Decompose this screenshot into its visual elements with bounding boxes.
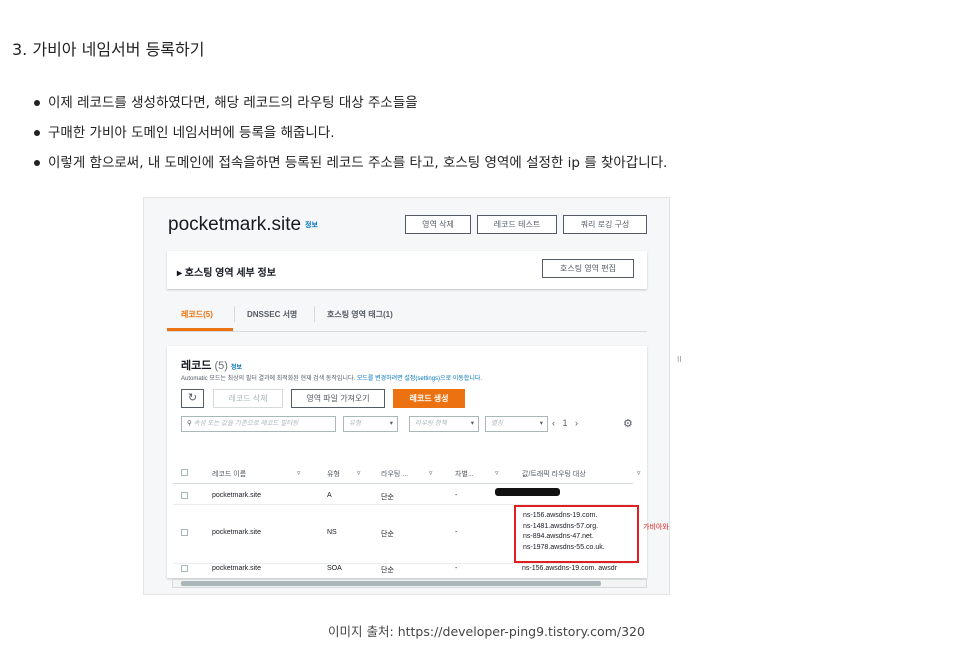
record-type: SOA [327,565,342,572]
zone-details-panel: ▸ 호스팅 영역 세부 정보 호스팅 영역 편집 [167,251,647,289]
edit-zone-button[interactable]: 호스팅 영역 편집 [542,259,634,278]
prev-page-icon[interactable]: ‹ [552,418,555,428]
delete-zone-button[interactable]: 영역 삭제 [405,215,471,234]
col-differentiator[interactable]: 차별... [455,469,474,479]
ns-value: ns-894.awsdns-47.net. [523,533,594,540]
type-filter-label: 유형 [349,420,361,427]
tab-dnssec[interactable]: DNSSEC 서명 [247,309,297,320]
record-name[interactable]: pocketmark.site [212,565,261,572]
info-link[interactable]: 정보 [231,365,242,371]
col-routing[interactable]: 라우팅 ... [381,469,408,479]
chevron-down-icon: ▾ [539,420,543,427]
tab-divider [314,306,315,322]
tabs-divider [167,331,647,332]
ns-value: ns-1481.awsdns-57.org. [523,522,599,530]
sort-icon[interactable]: ▿ [495,469,499,477]
bullet-item: 이제 레코드를 생성하였다면, 해당 레코드의 라우팅 대상 주소들을 [34,93,667,123]
routing-filter-label: 라우팅 정책 [415,420,447,427]
scrollbar-thumb[interactable] [181,581,601,586]
tab-zone-tags[interactable]: 호스팅 영역 태그(1) [327,309,393,320]
zone-name: pocketmark.site [168,214,302,235]
type-filter[interactable]: 유형 ▾ [343,416,398,432]
record-routing: 단순 [381,494,394,501]
records-title-label: 레코드 [181,360,212,372]
next-page-icon[interactable]: › [575,418,578,428]
record-routing: 단순 [381,567,394,574]
alias-filter[interactable]: 별칭 ▾ [485,416,548,432]
refresh-icon[interactable]: ↻ [181,389,204,408]
bullet-list: 이제 레코드를 생성하였다면, 해당 레코드의 라우팅 대상 주소들을 구매한 … [34,93,667,183]
record-name[interactable]: pocketmark.site [212,492,261,499]
col-value[interactable]: 값/트래픽 라우팅 대상 [522,469,586,479]
ns-value: ns-156.awsdns-19.com. [523,512,598,519]
records-title: 레코드 (5) 정보 [181,357,242,373]
record-value: ns-156.awsdns-19.com. awsdr [522,565,617,572]
drag-handle-icon[interactable]: II [677,355,682,364]
routing-filter[interactable]: 라우팅 정책 ▾ [409,416,479,432]
col-record-name[interactable]: 레코드 이름 [212,469,246,479]
page-number[interactable]: 1 [563,418,568,428]
record-differentiator: - [455,565,458,572]
records-description-text: Automatic 모드는 최상의 필터 결과에 최적화된 현재 검색 동작입니… [181,376,356,382]
record-differentiator: - [455,529,458,536]
record-differentiator: - [455,492,458,499]
records-count: (5) [214,360,228,372]
gear-icon[interactable]: ⚙ [623,417,633,430]
ns-value: ns-1978.awsdns-55.co.uk. [523,543,605,551]
tab-divider [234,306,235,322]
records-description: Automatic 모드는 최상의 필터 결과에 최적화된 현재 검색 동작입니… [181,373,482,382]
highlight-box: ns-156.awsdns-19.com. ns-1481.awsdns-57.… [514,505,639,563]
search-input[interactable]: ⚲ 속성 또는 값을 기준으로 레코드 필터링 [181,416,336,432]
redacted-value [495,488,560,496]
route53-screenshot: pocketmark.site 정보 영역 삭제 레코드 테스트 쿼리 로깅 구성… [143,197,670,595]
header-divider [173,483,633,484]
section-heading: 3. 가비아 네임서버 등록하기 [12,40,205,59]
chevron-down-icon: ▾ [389,420,393,427]
sort-icon[interactable]: ▿ [297,469,301,477]
record-routing: 단순 [381,531,394,538]
row-checkbox[interactable] [181,529,188,536]
row-checkbox[interactable] [181,492,188,499]
col-type[interactable]: 유형 [327,469,340,479]
test-record-button[interactable]: 레코드 테스트 [477,215,557,234]
record-type: A [327,492,332,499]
info-link[interactable]: 정보 [305,222,318,229]
record-type: NS [327,529,337,536]
image-caption: 이미지 출처: https://developer-ping9.tistory.… [328,624,645,639]
zone-details-toggle[interactable]: ▸ 호스팅 영역 세부 정보 [177,264,276,279]
bullet-item: 이렇게 함으로써, 내 도메인에 접속을하면 등록된 레코드 주소를 타고, 호… [34,153,667,183]
settings-link[interactable]: 모드를 변경하려면 설정(settings)으로 이동합니다. [357,376,482,382]
search-icon: ⚲ [187,420,194,427]
sort-icon[interactable]: ▿ [429,469,433,477]
row-divider [173,563,633,564]
row-checkbox[interactable] [181,565,188,572]
annotation-text: 가비아와 연결하기 위한 주소들 [643,524,669,531]
alias-filter-label: 별칭 [491,420,503,427]
pagination: ‹ 1 › [552,418,578,428]
create-record-button[interactable]: 레코드 생성 [393,389,465,408]
import-zone-file-button[interactable]: 영역 파일 가져오기 [291,389,385,408]
delete-record-button[interactable]: 레코드 삭제 [213,389,283,408]
bullet-item: 구매한 가비아 도메인 네임서버에 등록을 해줍니다. [34,123,667,153]
sort-icon[interactable]: ▿ [637,469,641,477]
select-all-checkbox[interactable] [181,469,188,476]
chevron-down-icon: ▾ [470,420,474,427]
sort-icon[interactable]: ▿ [357,469,361,477]
query-logging-button[interactable]: 쿼리 로깅 구성 [563,215,647,234]
tab-records[interactable]: 레코드(5) [181,309,213,320]
record-name[interactable]: pocketmark.site [212,529,261,536]
zone-title: pocketmark.site 정보 [168,214,318,236]
search-placeholder: 속성 또는 값을 기준으로 레코드 필터링 [193,420,299,427]
